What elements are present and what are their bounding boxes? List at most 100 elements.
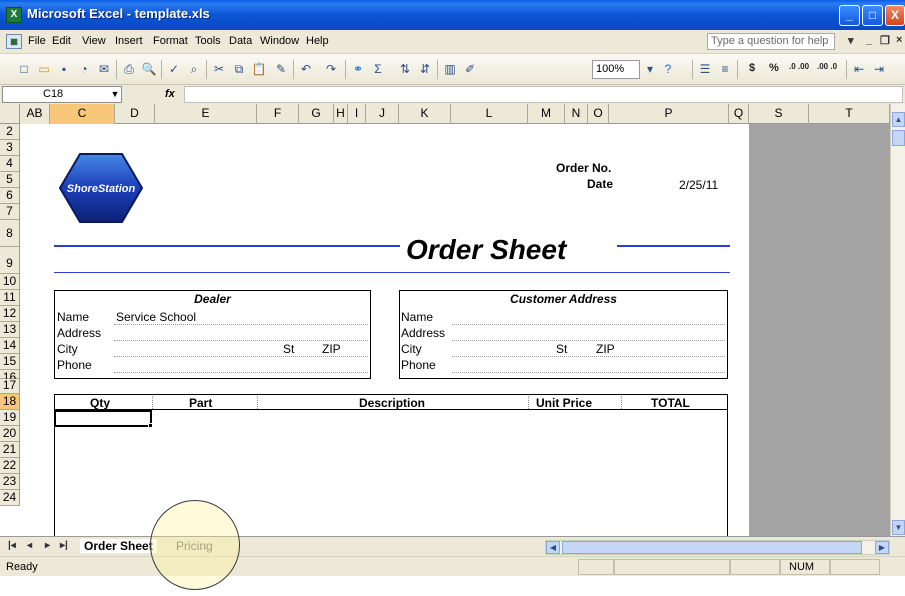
zoom-select[interactable]: 100% (592, 60, 640, 79)
column-header[interactable]: H (334, 104, 348, 124)
increase-indent-icon[interactable]: ⇥ (871, 61, 887, 77)
chart-wizard-icon[interactable]: ▥ (442, 61, 458, 77)
menu-insert[interactable]: Insert (115, 35, 143, 47)
menu-tools[interactable]: Tools (195, 35, 221, 47)
vertical-scroll-thumb[interactable] (892, 130, 905, 146)
email-icon[interactable]: ✉ (96, 61, 112, 77)
horizontal-scrollbar[interactable]: ◀ ▶ (545, 540, 890, 555)
print-icon[interactable]: ⎙ (121, 61, 137, 77)
sort-ascending-icon[interactable]: ⇅ (397, 61, 413, 77)
worksheet-grid[interactable]: AB C D E F G H I J K L M N O P Q S T 2 3… (0, 104, 905, 536)
next-sheet-icon[interactable]: ▸ (45, 540, 50, 551)
research-icon[interactable]: ⌕ (186, 61, 202, 77)
permission-icon[interactable]: ◔ (76, 61, 92, 77)
dealer-name-value[interactable]: Service School (116, 310, 196, 324)
column-header[interactable]: N (565, 104, 588, 124)
row-header[interactable]: 3 (0, 140, 20, 156)
row-header[interactable]: 23 (0, 474, 20, 490)
column-header[interactable]: E (155, 104, 257, 124)
menu-window[interactable]: Window (260, 35, 299, 47)
row-header[interactable]: 4 (0, 156, 20, 172)
vertical-scrollbar[interactable]: ▲ ▼ (890, 104, 905, 536)
menu-data[interactable]: Data (229, 35, 252, 47)
drawing-icon[interactable]: ✐ (462, 61, 478, 77)
last-sheet-icon[interactable]: ▸| (60, 540, 68, 551)
row-header[interactable]: 6 (0, 188, 20, 204)
merge-center-icon[interactable]: ☰ (697, 61, 713, 77)
name-box-dropdown-icon[interactable]: ▼ (108, 86, 122, 103)
copy-icon[interactable]: ⧉ (231, 61, 247, 77)
increase-decimal-button[interactable]: .0 .00 (789, 62, 809, 71)
new-icon[interactable]: □ (16, 61, 32, 77)
row-header[interactable]: 24 (0, 490, 20, 506)
row-header[interactable]: 5 (0, 172, 20, 188)
menu-help[interactable]: Help (306, 35, 329, 47)
column-header[interactable]: M (528, 104, 565, 124)
maximize-button[interactable]: □ (862, 5, 883, 26)
menu-format[interactable]: Format (153, 35, 188, 47)
previous-sheet-icon[interactable]: ◂ (27, 540, 32, 551)
scroll-down-icon[interactable]: ▼ (892, 520, 905, 535)
row-header[interactable]: 13 (0, 322, 20, 338)
horizontal-scroll-thumb[interactable] (562, 541, 862, 554)
row-header[interactable]: 17 (0, 379, 20, 394)
currency-style-button[interactable]: $ (749, 62, 755, 74)
row-header[interactable]: 19 (0, 410, 20, 426)
close-button[interactable]: X (885, 5, 905, 26)
column-header[interactable]: I (348, 104, 366, 124)
scroll-up-icon[interactable]: ▲ (892, 112, 905, 127)
column-header[interactable]: P (609, 104, 729, 124)
workbook-control-icon[interactable]: ▦ (6, 34, 22, 49)
excel-app-icon[interactable]: X (6, 7, 22, 23)
first-sheet-icon[interactable]: |◂ (8, 540, 16, 551)
column-header[interactable]: J (366, 104, 399, 124)
column-header[interactable]: K (399, 104, 451, 124)
align-right-icon[interactable]: ≡ (717, 61, 733, 77)
insert-function-icon[interactable]: fx (165, 88, 175, 100)
minimize-button[interactable]: _ (839, 5, 860, 26)
scroll-left-icon[interactable]: ◀ (546, 541, 560, 554)
doc-minimize-icon[interactable]: _ (866, 34, 872, 46)
row-header-selected[interactable]: 18 (0, 394, 20, 410)
column-header[interactable]: S (749, 104, 809, 124)
column-header[interactable]: G (299, 104, 334, 124)
name-box[interactable]: C18 (2, 86, 122, 103)
fill-handle[interactable] (148, 423, 153, 428)
row-header[interactable]: 8 (0, 220, 20, 247)
doc-close-icon[interactable]: × (896, 34, 902, 46)
row-header[interactable]: 21 (0, 442, 20, 458)
help-dropdown-arrow-icon[interactable]: ▾ (848, 34, 854, 47)
column-header[interactable]: D (115, 104, 155, 124)
paste-icon[interactable]: 📋 (251, 61, 267, 77)
scroll-right-icon[interactable]: ▶ (875, 541, 889, 554)
row-header[interactable]: 15 (0, 354, 20, 370)
undo-icon[interactable]: ↶ (298, 61, 314, 77)
cut-icon[interactable]: ✂ (211, 61, 227, 77)
column-header-selected[interactable]: C (50, 104, 115, 124)
tab-order-sheet[interactable]: Order Sheet (80, 539, 157, 553)
print-preview-icon[interactable]: 🔍 (141, 61, 157, 77)
column-header[interactable]: Q (729, 104, 749, 124)
row-header[interactable]: 7 (0, 204, 20, 220)
decrease-decimal-button[interactable]: .00 .0 (817, 62, 837, 71)
save-icon[interactable]: ▪ (56, 61, 72, 77)
spelling-icon[interactable]: ✓ (166, 61, 182, 77)
hyperlink-icon[interactable]: ⚭ (350, 61, 366, 77)
row-header[interactable]: 11 (0, 290, 20, 306)
help-question-input[interactable]: Type a question for help (707, 33, 835, 50)
autosum-icon[interactable]: Σ (370, 61, 386, 77)
help-icon[interactable]: ? (660, 61, 676, 77)
row-header[interactable]: 10 (0, 274, 20, 290)
column-header[interactable]: F (257, 104, 299, 124)
decrease-indent-icon[interactable]: ⇤ (851, 61, 867, 77)
row-header[interactable]: 14 (0, 338, 20, 354)
row-header[interactable]: 12 (0, 306, 20, 322)
menu-edit[interactable]: Edit (52, 35, 71, 47)
column-header[interactable]: T (809, 104, 890, 124)
select-all-corner[interactable] (0, 104, 20, 124)
date-value[interactable]: 2/25/11 (679, 178, 718, 192)
column-header[interactable]: O (588, 104, 609, 124)
redo-icon[interactable]: ↷ (323, 61, 339, 77)
menu-file[interactable]: File (28, 35, 46, 47)
percent-style-button[interactable]: % (769, 62, 779, 74)
